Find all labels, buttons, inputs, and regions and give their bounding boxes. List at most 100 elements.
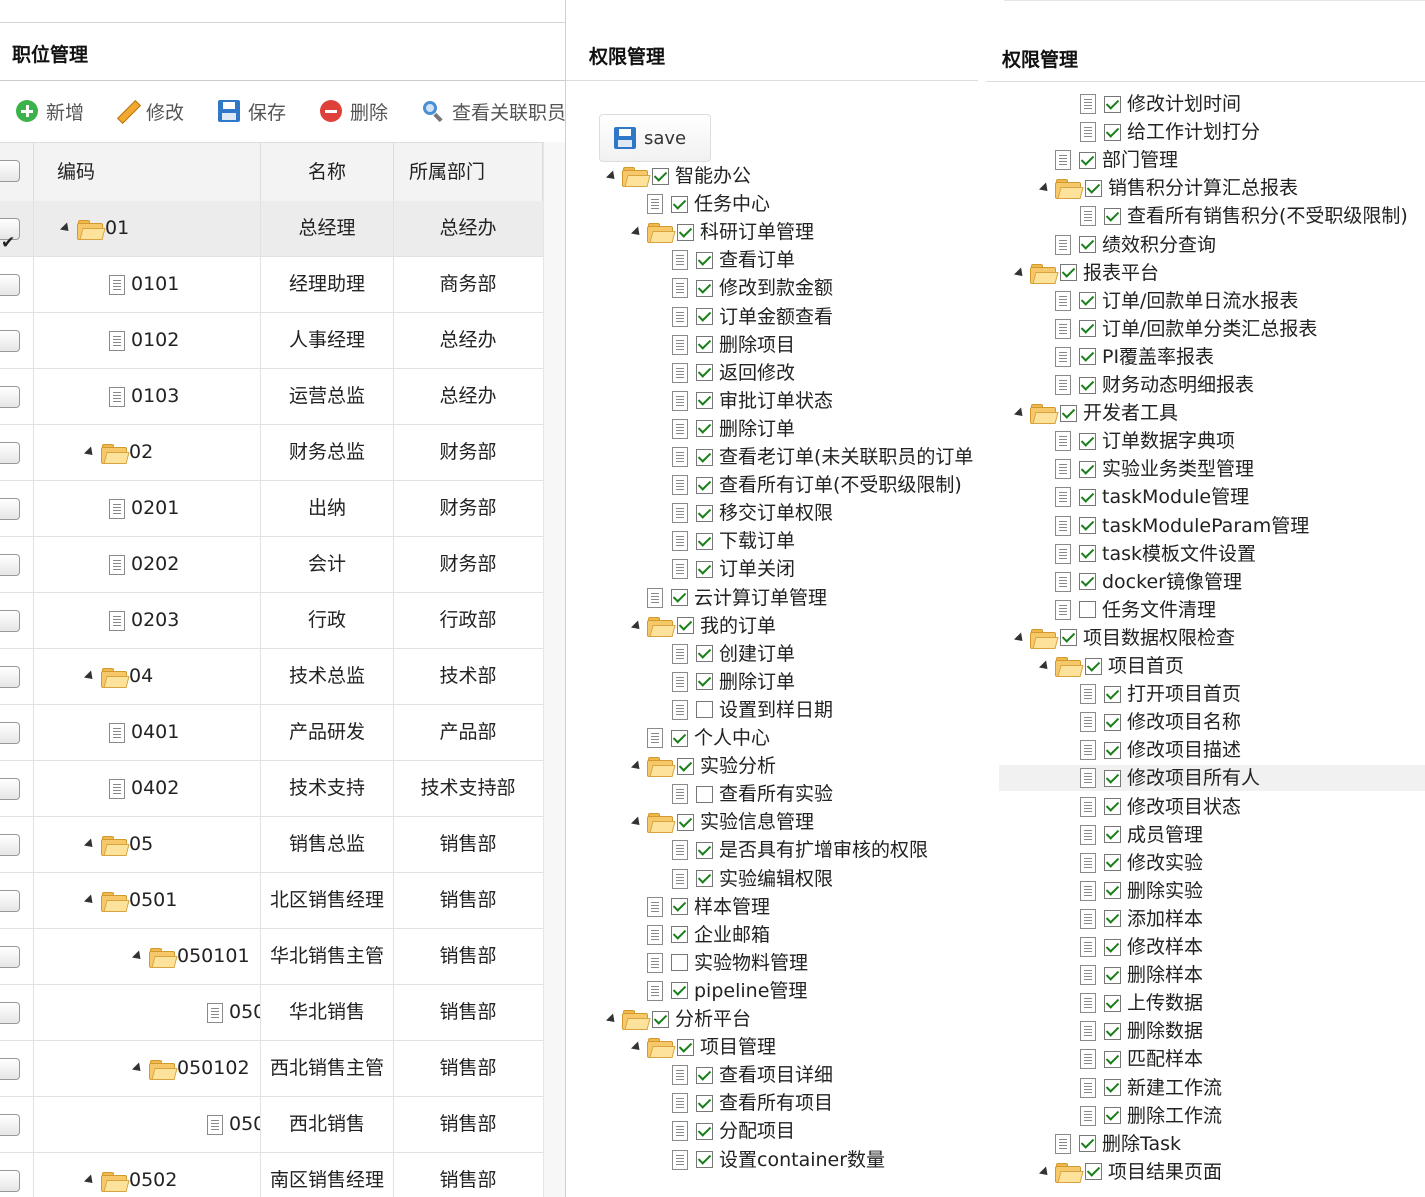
tree-node[interactable]: 订单金额查看	[656, 304, 833, 330]
node-checkbox[interactable]	[1079, 460, 1096, 478]
node-checkbox[interactable]	[696, 476, 713, 494]
tree-node[interactable]: docker镜像管理	[1039, 569, 1242, 595]
row-select-cell[interactable]	[0, 369, 34, 424]
tree-node[interactable]: 匹配样本	[1064, 1046, 1203, 1072]
tree-node[interactable]: 项目首页	[1039, 653, 1184, 679]
tree-node[interactable]: 删除订单	[656, 416, 795, 442]
table-row[interactable]: 0102 人事经理 总经办	[0, 313, 565, 369]
column-header-dept[interactable]: 所属部门	[393, 143, 543, 201]
row-select-cell[interactable]	[0, 761, 34, 816]
node-checkbox[interactable]	[696, 392, 713, 410]
expand-toggle[interactable]	[631, 761, 641, 771]
node-checkbox[interactable]	[1104, 685, 1121, 703]
node-checkbox[interactable]	[1079, 348, 1096, 366]
expand-toggle[interactable]	[631, 227, 641, 237]
node-checkbox[interactable]	[1104, 1107, 1121, 1125]
row-checkbox[interactable]	[0, 834, 20, 856]
row-checkbox[interactable]	[0, 1002, 20, 1024]
node-checkbox[interactable]	[696, 251, 713, 269]
node-checkbox[interactable]	[1104, 798, 1121, 815]
tree-node[interactable]: 修改项目所有人	[999, 765, 1425, 792]
node-checkbox[interactable]	[696, 841, 713, 859]
node-checkbox[interactable]	[1085, 1163, 1102, 1181]
tree-node[interactable]: 打开项目首页	[1064, 681, 1241, 707]
tree-node[interactable]: 查看订单	[656, 247, 795, 273]
tree-node[interactable]: PI覆盖率报表	[1039, 344, 1214, 370]
tree-node[interactable]: 实验物料管理	[631, 950, 808, 976]
row-checkbox[interactable]	[0, 216, 20, 256]
table-row[interactable]: 0501:华北销售销售部	[0, 985, 565, 1041]
node-checkbox[interactable]	[1104, 826, 1121, 844]
view-related-staff-button[interactable]: 查看关联职员	[422, 82, 565, 140]
row-select-cell[interactable]	[0, 313, 34, 368]
node-checkbox[interactable]	[677, 1038, 694, 1056]
node-checkbox[interactable]	[1079, 573, 1096, 591]
row-select-cell[interactable]	[0, 1097, 34, 1152]
tree-node[interactable]: 财务动态明细报表	[1039, 372, 1254, 398]
row-select-cell[interactable]	[0, 817, 34, 872]
tree-node[interactable]: 项目数据权限检查	[1014, 625, 1235, 651]
tree-node[interactable]: 查看老订单(未关联职员的订单	[656, 444, 973, 470]
expand-toggle[interactable]	[1039, 183, 1049, 193]
tree-node[interactable]: 删除订单	[656, 669, 795, 695]
tree-node[interactable]: 实验信息管理	[631, 809, 814, 835]
row-checkbox[interactable]	[0, 890, 20, 912]
expand-toggle[interactable]	[59, 222, 73, 235]
tree-node[interactable]: 删除数据	[1064, 1018, 1203, 1044]
table-row[interactable]: 05 销售总监 销售部	[0, 817, 565, 873]
node-checkbox[interactable]	[1104, 207, 1121, 225]
node-checkbox[interactable]	[696, 336, 713, 354]
tree-node[interactable]: 查看所有项目	[656, 1090, 833, 1116]
node-checkbox[interactable]	[696, 1066, 713, 1084]
tree-node[interactable]: 修改计划时间	[1064, 91, 1241, 117]
node-checkbox[interactable]	[671, 589, 688, 606]
node-checkbox[interactable]	[696, 1151, 713, 1168]
node-checkbox[interactable]	[1104, 910, 1121, 928]
tree-node[interactable]: 删除Task	[1039, 1131, 1181, 1157]
expand-toggle[interactable]	[1014, 268, 1024, 278]
tree-node[interactable]: 成员管理	[1064, 822, 1203, 848]
expand-toggle[interactable]	[83, 446, 97, 459]
node-checkbox[interactable]	[696, 870, 713, 887]
tree-node[interactable]: 创建订单	[656, 641, 795, 667]
node-checkbox[interactable]	[671, 195, 688, 213]
node-checkbox[interactable]	[696, 1122, 713, 1140]
node-checkbox[interactable]	[1079, 545, 1096, 563]
expand-toggle[interactable]	[131, 1062, 145, 1075]
tree-node[interactable]: 绩效积分查询	[1039, 232, 1216, 258]
tree-node[interactable]: 销售积分计算汇总报表	[1039, 175, 1298, 201]
table-row[interactable]: 0201 出纳 财务部	[0, 481, 565, 537]
tree-node[interactable]: 分析平台	[606, 1006, 751, 1032]
row-select-cell[interactable]	[0, 593, 34, 648]
node-checkbox[interactable]	[1079, 236, 1096, 253]
row-checkbox[interactable]	[0, 274, 20, 296]
row-checkbox[interactable]	[0, 946, 20, 968]
tree-node[interactable]: taskModule管理	[1039, 484, 1249, 510]
tree-node[interactable]: 开发者工具	[1014, 400, 1178, 426]
node-checkbox[interactable]	[671, 729, 688, 747]
delete-button[interactable]: 删除	[320, 82, 388, 140]
tree-node[interactable]: 移交订单权限	[656, 500, 833, 526]
table-row[interactable]: 050101 华北销售主管 销售部	[0, 929, 565, 985]
expand-toggle[interactable]	[83, 670, 97, 683]
tree-node[interactable]: 订单/回款单分类汇总报表	[1039, 316, 1317, 342]
node-checkbox[interactable]	[696, 364, 713, 382]
node-checkbox[interactable]	[1104, 123, 1121, 141]
row-select-cell[interactable]	[0, 481, 34, 536]
node-checkbox[interactable]	[1085, 179, 1102, 197]
tree-node[interactable]: 任务文件清理	[1039, 597, 1216, 623]
row-select-cell[interactable]	[0, 257, 34, 312]
tree-node[interactable]: 删除样本	[1064, 962, 1203, 988]
row-checkbox[interactable]	[0, 1114, 20, 1136]
node-checkbox[interactable]	[671, 926, 688, 944]
row-select-cell[interactable]	[0, 425, 34, 480]
tree-node[interactable]: 修改到款金额	[656, 275, 833, 301]
tree-node[interactable]: 设置container数量	[656, 1147, 885, 1173]
tree-node[interactable]: 实验编辑权限	[656, 866, 833, 892]
expand-toggle[interactable]	[83, 1174, 97, 1187]
node-checkbox[interactable]	[677, 223, 694, 241]
tree-node[interactable]: 订单关闭	[656, 556, 795, 582]
tree-node[interactable]: 订单/回款单日流水报表	[1039, 288, 1298, 314]
node-checkbox[interactable]	[696, 448, 713, 466]
row-checkbox[interactable]	[0, 386, 20, 408]
